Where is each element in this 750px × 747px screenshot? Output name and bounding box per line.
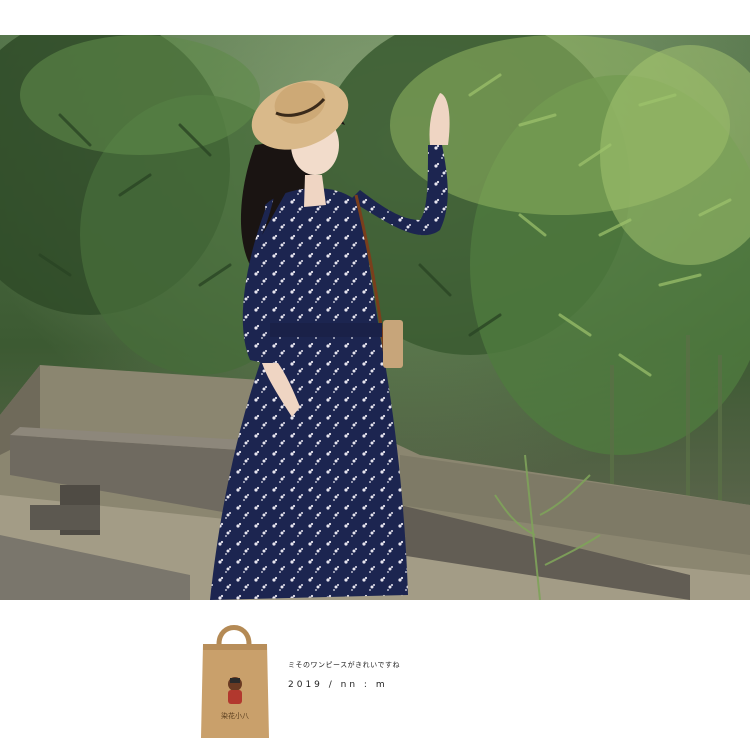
logo-illustration: [228, 677, 242, 704]
caption-text: ミそのワンピースがきれいですね: [288, 661, 400, 669]
date-text: 2019 / nn : m: [288, 680, 388, 690]
paper-bag-logo: 染花小八: [197, 622, 273, 740]
garden-photo: [0, 35, 750, 600]
footer-area: [0, 600, 750, 747]
bag-logo-text: 染花小八: [221, 711, 249, 720]
